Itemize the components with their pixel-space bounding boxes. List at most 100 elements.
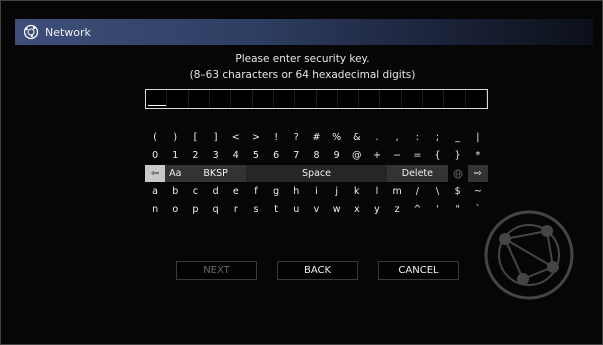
- char-key[interactable]: s: [246, 201, 266, 218]
- background-network-globe-icon: [484, 210, 574, 300]
- char-key[interactable]: v: [306, 201, 326, 218]
- case-toggle-key[interactable]: Aa: [165, 165, 186, 182]
- key-field-cell: [338, 90, 360, 108]
- char-key[interactable]: u: [286, 201, 306, 218]
- char-key[interactable]: h: [286, 183, 306, 200]
- char-key[interactable]: t: [266, 201, 286, 218]
- char-key[interactable]: {: [427, 147, 447, 164]
- char-key[interactable]: j: [327, 183, 347, 200]
- char-key[interactable]: =: [407, 147, 427, 164]
- char-key[interactable]: c: [185, 183, 205, 200]
- keyboard-row-controls: ⇦ Aa BKSP Space Delete ⇨: [145, 165, 488, 182]
- char-key[interactable]: q: [206, 201, 226, 218]
- char-key[interactable]: ^: [407, 201, 427, 218]
- char-key[interactable]: g: [266, 183, 286, 200]
- char-key[interactable]: 4: [226, 147, 246, 164]
- next-button[interactable]: NEXT: [176, 261, 257, 280]
- char-key[interactable]: ': [427, 201, 447, 218]
- cancel-button[interactable]: CANCEL: [378, 261, 459, 280]
- char-key[interactable]: ,: [387, 129, 407, 146]
- char-key[interactable]: _: [448, 129, 468, 146]
- delete-key[interactable]: Delete: [387, 165, 448, 182]
- char-key[interactable]: 9: [327, 147, 347, 164]
- char-key[interactable]: 7: [286, 147, 306, 164]
- char-key[interactable]: ]: [206, 129, 226, 146]
- key-field-cell: [380, 90, 402, 108]
- key-field-cell: [295, 90, 317, 108]
- char-key[interactable]: +: [367, 147, 387, 164]
- char-key[interactable]: /: [407, 183, 427, 200]
- key-field-cell: [317, 90, 338, 108]
- char-key[interactable]: z: [387, 201, 407, 218]
- char-key[interactable]: y: [367, 201, 387, 218]
- char-key[interactable]: &: [347, 129, 367, 146]
- char-key[interactable]: k: [347, 183, 367, 200]
- key-field-cell: [253, 90, 274, 108]
- char-key[interactable]: l: [367, 183, 387, 200]
- char-key[interactable]: |: [468, 129, 488, 146]
- on-screen-keyboard: ()[] < >!? #% &.,:; _ | 0 1 2 3 4 5 6 7 8 9 @ + − ={} * ⇦ Aa…: [145, 129, 488, 219]
- title-bar: Network: [15, 19, 593, 45]
- char-key[interactable]: n: [145, 201, 165, 218]
- char-key[interactable]: 2: [185, 147, 205, 164]
- char-key[interactable]: <: [226, 129, 246, 146]
- keyboard-row-symbols: ()[] < >!? #% &.,:; _ |: [145, 129, 488, 146]
- char-key[interactable]: ": [448, 201, 468, 218]
- char-key[interactable]: 0: [145, 147, 165, 164]
- char-key[interactable]: *: [468, 147, 488, 164]
- char-key[interactable]: 6: [266, 147, 286, 164]
- char-key[interactable]: r: [226, 201, 246, 218]
- char-key[interactable]: −: [387, 147, 407, 164]
- char-key[interactable]: !: [266, 129, 286, 146]
- char-key[interactable]: %: [327, 129, 347, 146]
- key-field-cell: [402, 90, 424, 108]
- key-field-cell: [231, 90, 253, 108]
- char-key[interactable]: 5: [246, 147, 266, 164]
- char-key[interactable]: x: [347, 201, 367, 218]
- key-field-cell: [466, 90, 487, 108]
- char-key[interactable]: $: [448, 183, 468, 200]
- cursor-left-key[interactable]: ⇦: [145, 165, 166, 182]
- back-button[interactable]: BACK: [277, 261, 358, 280]
- space-key[interactable]: Space: [245, 165, 388, 182]
- char-key[interactable]: i: [306, 183, 326, 200]
- char-key[interactable]: f: [246, 183, 266, 200]
- key-field-cell: [210, 90, 232, 108]
- globe-network-icon: [23, 24, 39, 40]
- char-key[interactable]: ~: [468, 183, 488, 200]
- char-key[interactable]: \: [427, 183, 447, 200]
- char-key[interactable]: e: [226, 183, 246, 200]
- char-key[interactable]: ?: [286, 129, 306, 146]
- key-field-cell: [423, 90, 445, 108]
- char-key[interactable]: (: [145, 129, 165, 146]
- char-key[interactable]: #: [306, 129, 326, 146]
- char-key[interactable]: a: [145, 183, 165, 200]
- char-key[interactable]: .: [367, 129, 387, 146]
- key-field-cell: [274, 90, 296, 108]
- char-key[interactable]: @: [347, 147, 367, 164]
- key-field-cell: [359, 90, 381, 108]
- globe-icon: [453, 169, 463, 178]
- cursor-right-key[interactable]: ⇨: [467, 165, 488, 182]
- char-key[interactable]: ;: [427, 129, 447, 146]
- globe-key[interactable]: [448, 165, 468, 182]
- security-key-input[interactable]: [145, 89, 488, 109]
- char-key[interactable]: [: [185, 129, 205, 146]
- char-key[interactable]: o: [165, 201, 185, 218]
- char-key[interactable]: 1: [165, 147, 185, 164]
- backspace-key[interactable]: BKSP: [185, 165, 246, 182]
- char-key[interactable]: b: [165, 183, 185, 200]
- char-key[interactable]: }: [448, 147, 468, 164]
- char-key[interactable]: p: [185, 201, 205, 218]
- char-key[interactable]: :: [407, 129, 427, 146]
- char-key[interactable]: 8: [306, 147, 326, 164]
- char-key[interactable]: ): [165, 129, 185, 146]
- network-security-key-screen: Network Please enter security key. (8–63…: [0, 0, 603, 345]
- char-key[interactable]: w: [327, 201, 347, 218]
- char-key[interactable]: m: [387, 183, 407, 200]
- char-key[interactable]: 3: [206, 147, 226, 164]
- key-field-cell: [444, 90, 466, 108]
- char-key[interactable]: d: [206, 183, 226, 200]
- char-key[interactable]: >: [246, 129, 266, 146]
- page-title: Network: [45, 25, 91, 39]
